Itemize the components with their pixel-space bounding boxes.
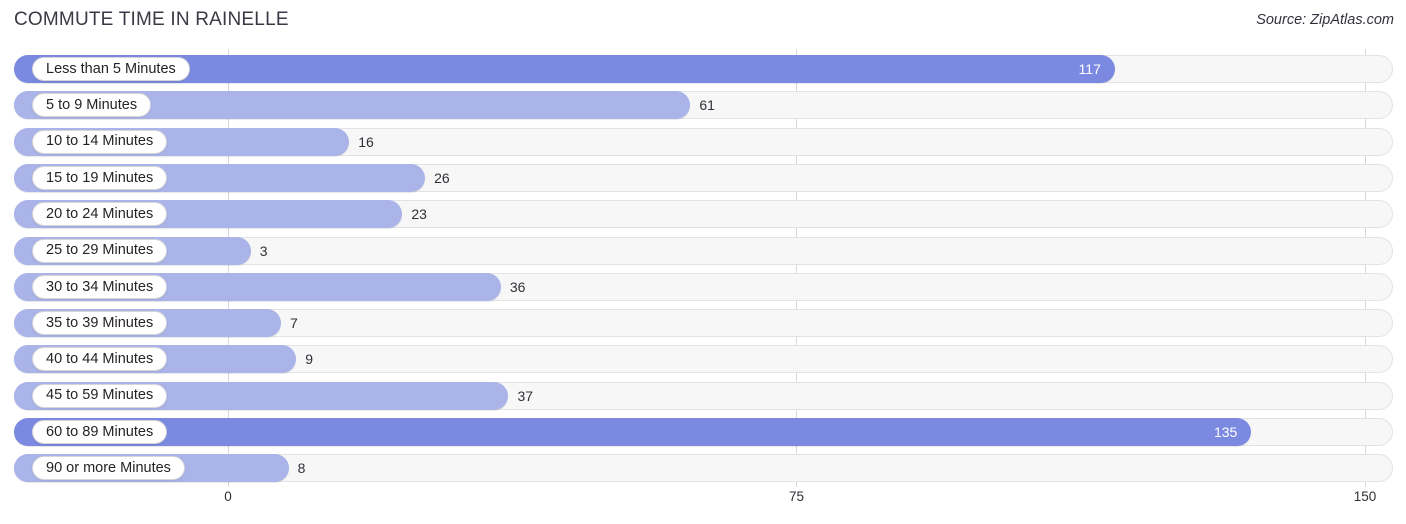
bar-category-label: 30 to 34 Minutes xyxy=(32,274,168,299)
bar-category-label: 40 to 44 Minutes xyxy=(32,347,168,372)
source-attribution: Source: ZipAtlas.com xyxy=(1256,12,1394,28)
bar-row[interactable]: 10 to 14 Minutes 16 xyxy=(0,127,1406,156)
bar-category-label: 45 to 59 Minutes xyxy=(32,383,168,408)
bar-row[interactable]: 35 to 39 Minutes 7 xyxy=(0,309,1406,338)
chart-plot-area: Less than 5 Minutes 117 5 to 9 Minutes 61 10… xyxy=(0,49,1406,487)
bar-value-label: 3 xyxy=(259,242,268,259)
bar-category-label: 90 or more Minutes xyxy=(32,456,185,481)
bar-value-label: 7 xyxy=(290,315,298,332)
bar-value-label: 37 xyxy=(517,387,534,404)
bar-row[interactable]: 25 to 29 Minutes 3 xyxy=(0,236,1406,265)
bar-category-label-text: 20 to 24 Minutes xyxy=(46,205,154,222)
bar-value-label: 8 xyxy=(297,460,306,477)
bar-category-label: Less than 5 Minutes xyxy=(32,57,190,81)
bar-category-label-text: 5 to 9 Minutes xyxy=(46,97,138,114)
bar-row[interactable]: 40 to 44 Minutes 9 xyxy=(0,345,1406,374)
bar-category-label-text: 30 to 34 Minutes xyxy=(46,278,154,295)
bar-category-label: 20 to 24 Minutes xyxy=(32,202,168,227)
bar-row[interactable]: 5 to 9 Minutes 61 xyxy=(0,91,1406,120)
x-axis-tick-label: 150 xyxy=(1353,489,1377,504)
bar-category-label-text: 10 to 14 Minutes xyxy=(46,133,154,150)
bar-row[interactable]: 20 to 24 Minutes 23 xyxy=(0,200,1406,229)
bar-row[interactable]: Less than 5 Minutes 117 xyxy=(0,55,1406,83)
bar-row[interactable]: 15 to 19 Minutes 26 xyxy=(0,163,1406,192)
bar-category-label-text: 45 to 59 Minutes xyxy=(46,387,154,404)
bar-category-label: 35 to 39 Minutes xyxy=(32,311,168,336)
bar-category-label-text: 40 to 44 Minutes xyxy=(46,351,154,368)
bar-category-label-text: 60 to 89 Minutes xyxy=(46,423,154,440)
x-axis: 0 75 150 xyxy=(0,487,1406,524)
x-axis-tick-label: 0 xyxy=(224,489,232,504)
bar-category-label-text: 90 or more Minutes xyxy=(46,460,171,477)
bar-row[interactable]: 90 or more Minutes 8 xyxy=(0,454,1406,483)
chart-header: COMMUTE TIME IN RAINELLE Source: ZipAtla… xyxy=(0,0,1406,44)
bar-category-label: 5 to 9 Minutes xyxy=(32,93,152,118)
bar-value-label: 117 xyxy=(1078,61,1101,77)
bar-value-label: 61 xyxy=(699,97,715,114)
bar-category-label-text: 25 to 29 Minutes xyxy=(46,242,154,259)
x-axis-tick-label: 75 xyxy=(788,489,805,504)
bar-value-label: 36 xyxy=(509,278,526,295)
bar-row[interactable]: 30 to 34 Minutes 36 xyxy=(0,272,1406,301)
bar-value-label: 9 xyxy=(305,351,314,368)
bar-value-label: 16 xyxy=(358,133,374,150)
bar-category-label: 25 to 29 Minutes xyxy=(32,238,168,263)
bar-category-label: 15 to 19 Minutes xyxy=(32,165,168,190)
bar-category-label-text: 15 to 19 Minutes xyxy=(46,169,154,186)
bar-value-label: 135 xyxy=(1213,424,1238,440)
page-title: COMMUTE TIME IN RAINELLE xyxy=(14,9,289,30)
bar-row[interactable]: 60 to 89 Minutes 135 xyxy=(0,418,1406,446)
bar-category-label-text: 35 to 39 Minutes xyxy=(46,314,154,331)
bar-row[interactable]: 45 to 59 Minutes 37 xyxy=(0,381,1406,410)
bar-value-label: 26 xyxy=(434,169,450,186)
bar-category-label: 60 to 89 Minutes xyxy=(32,420,168,444)
bar-category-label: 10 to 14 Minutes xyxy=(32,129,168,154)
bar[interactable] xyxy=(14,418,1252,446)
bar-category-label-text: Less than 5 Minutes xyxy=(46,60,176,77)
bar-value-label: 23 xyxy=(411,206,427,223)
